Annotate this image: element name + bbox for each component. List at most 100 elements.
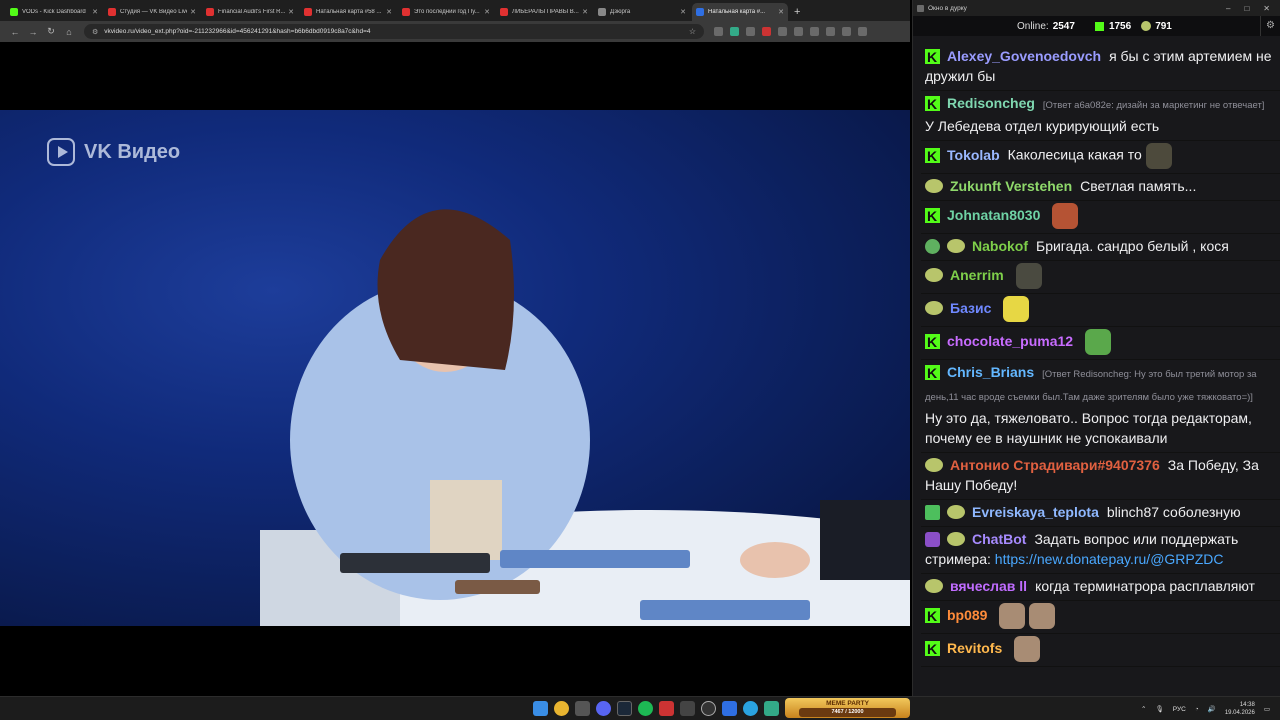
chat-message: Alexey_Govenoedovchя бы с этим артемием … (921, 44, 1280, 91)
chat-username[interactable]: Nabokof (972, 238, 1028, 254)
extension-icon[interactable] (746, 27, 755, 36)
settings-gear-icon[interactable]: ⚙ (1260, 16, 1280, 36)
tab-close-icon[interactable]: ✕ (484, 8, 490, 16)
chat-username[interactable]: bp089 (947, 607, 987, 623)
app-icon[interactable] (722, 701, 737, 716)
start-menu-icon[interactable] (533, 701, 548, 716)
extension-icon[interactable] (778, 27, 787, 36)
maximize-icon[interactable]: □ (1244, 4, 1249, 13)
browser-tab[interactable]: VODs - Kick Dashboard ✕ (6, 3, 102, 21)
video-frame-scene (260, 209, 910, 626)
notifications-icon[interactable]: ▭ (1264, 705, 1270, 713)
address-bar[interactable]: ⚙ vkvideo.ru/video_ext.php?oid=-21123296… (84, 24, 704, 39)
peepo-badge-icon (947, 505, 965, 520)
tab-close-icon[interactable]: ✕ (582, 8, 588, 16)
extension-icon[interactable] (714, 27, 723, 36)
telegram-icon[interactable] (743, 701, 758, 716)
meme-party-widget[interactable]: MEME PARTY 7467 / 12000 (785, 698, 910, 718)
app-icon (917, 4, 924, 12)
obs-icon[interactable] (701, 701, 716, 716)
chat-username[interactable]: Базис (950, 300, 991, 316)
kick-badge-icon (925, 639, 940, 659)
clock[interactable]: 14:38 19.04.2026 (1225, 701, 1255, 717)
new-tab-button[interactable]: + (794, 3, 800, 21)
chat-username[interactable]: ChatBot (972, 531, 1026, 547)
tab-close-icon[interactable]: ✕ (386, 8, 392, 16)
chrome-icon[interactable] (554, 701, 569, 716)
chat-username[interactable]: Evreiskaya_teplota (972, 504, 1099, 520)
verified-badge-icon (925, 238, 940, 254)
profile-icon[interactable] (842, 27, 851, 36)
app-icon[interactable] (575, 701, 590, 716)
language-indicator[interactable]: РУС (1173, 706, 1186, 713)
bookmark-star-icon[interactable]: ☆ (689, 27, 696, 36)
browser-window: VODs - Kick Dashboard ✕ Студия — VK Видео … (0, 0, 910, 696)
chat-username[interactable]: Anerrim (950, 267, 1004, 283)
tab-favicon-icon (402, 8, 410, 16)
chat-window-titlebar: Окно в дурку – □ ✕ (913, 0, 1280, 16)
extension-icon[interactable] (730, 27, 739, 36)
chat-message: bp089 (921, 601, 1280, 634)
browser-tab[interactable]: Financial Audit's First R... ✕ (202, 3, 298, 21)
browser-tab[interactable]: Натальная карта #... ✕ (692, 3, 788, 21)
chat-username[interactable]: Tokolab (947, 147, 1000, 163)
browser-tab[interactable]: ЛИБЕРАЛЫ ПРАВЫ В... ✕ (496, 3, 592, 21)
emote-icon (1145, 143, 1172, 169)
minimize-icon[interactable]: – (1226, 4, 1230, 13)
peepo-badge-icon (947, 532, 965, 547)
app-icon[interactable] (680, 701, 695, 716)
chat-username[interactable]: Chris_Brians (947, 364, 1034, 380)
clock-date: 19.04.2026 (1224, 710, 1255, 716)
kick-badge-icon (925, 206, 940, 226)
page-viewport: VK Видео (0, 42, 910, 696)
tab-close-icon[interactable]: ✕ (190, 8, 196, 16)
tab-close-icon[interactable]: ✕ (680, 8, 686, 16)
tab-favicon-icon (108, 8, 116, 16)
spotify-icon[interactable] (638, 701, 653, 716)
chat-username[interactable]: chocolate_puma12 (947, 333, 1073, 349)
reload-icon[interactable]: ↻ (42, 26, 60, 37)
chat-link[interactable]: https://new.donatepay.ru/@GRPZDC (995, 551, 1224, 567)
tab-close-icon[interactable]: ✕ (92, 8, 98, 16)
chat-message: Johnatan8030 (921, 201, 1280, 234)
video-player[interactable]: VK Видео (0, 110, 910, 626)
tab-label: ЛИБЕРАЛЫ ПРАВЫ В... (512, 9, 579, 15)
volume-icon[interactable]: 🔊 (1208, 705, 1216, 713)
app-icon[interactable] (659, 701, 674, 716)
chat-username[interactable]: вячеслав ll (950, 578, 1027, 594)
forward-icon[interactable]: → (24, 27, 42, 37)
extensions-puzzle-icon[interactable] (826, 27, 835, 36)
browser-tab[interactable]: Это последний год Пу... ✕ (398, 3, 494, 21)
browser-tab[interactable]: Дзюрга ✕ (594, 3, 690, 21)
site-info-icon[interactable]: ⚙ (92, 28, 98, 36)
wifi-icon[interactable]: ◔ (1195, 706, 1199, 713)
tab-close-icon[interactable]: ✕ (288, 8, 294, 16)
extension-icon[interactable] (794, 27, 803, 36)
chat-message-text: blinch87 соболезную (1106, 504, 1241, 520)
home-icon[interactable]: ⌂ (60, 27, 78, 37)
tab-favicon-icon (206, 8, 214, 16)
extension-icon[interactable] (762, 27, 771, 36)
chat-username[interactable]: Zukunft Verstehen (950, 178, 1072, 194)
chat-username[interactable]: Антонио Страдивари#9407376 (950, 457, 1160, 473)
menu-dots-icon[interactable] (858, 27, 867, 36)
download-icon[interactable] (810, 27, 819, 36)
chat-message: Tokolab Каколесица какая то (921, 141, 1280, 174)
tray-overflow-icon[interactable]: ⌃ (1141, 705, 1146, 713)
tab-close-icon[interactable]: ✕ (778, 8, 784, 16)
browser-tab[interactable]: Натальная карта #58 ... ✕ (300, 3, 396, 21)
back-icon[interactable]: ← (6, 27, 24, 37)
chat-username[interactable]: Johnatan8030 (947, 207, 1040, 223)
microphone-icon[interactable]: 🎙 (1155, 705, 1163, 713)
chat-username[interactable]: Alexey_Govenoedovch (947, 48, 1101, 64)
peepo-badge-icon (925, 179, 943, 194)
peepo-badge-icon (925, 579, 943, 594)
chat-username[interactable]: Redisoncheg (947, 95, 1035, 111)
steam-icon[interactable] (617, 701, 632, 716)
app-icon[interactable] (764, 701, 779, 716)
close-icon[interactable]: ✕ (1263, 4, 1270, 13)
kick-icon (1094, 21, 1104, 31)
discord-icon[interactable] (596, 701, 611, 716)
chat-username[interactable]: Revitofs (947, 640, 1002, 656)
browser-tab[interactable]: Студия — VK Видео Live ✕ (104, 3, 200, 21)
